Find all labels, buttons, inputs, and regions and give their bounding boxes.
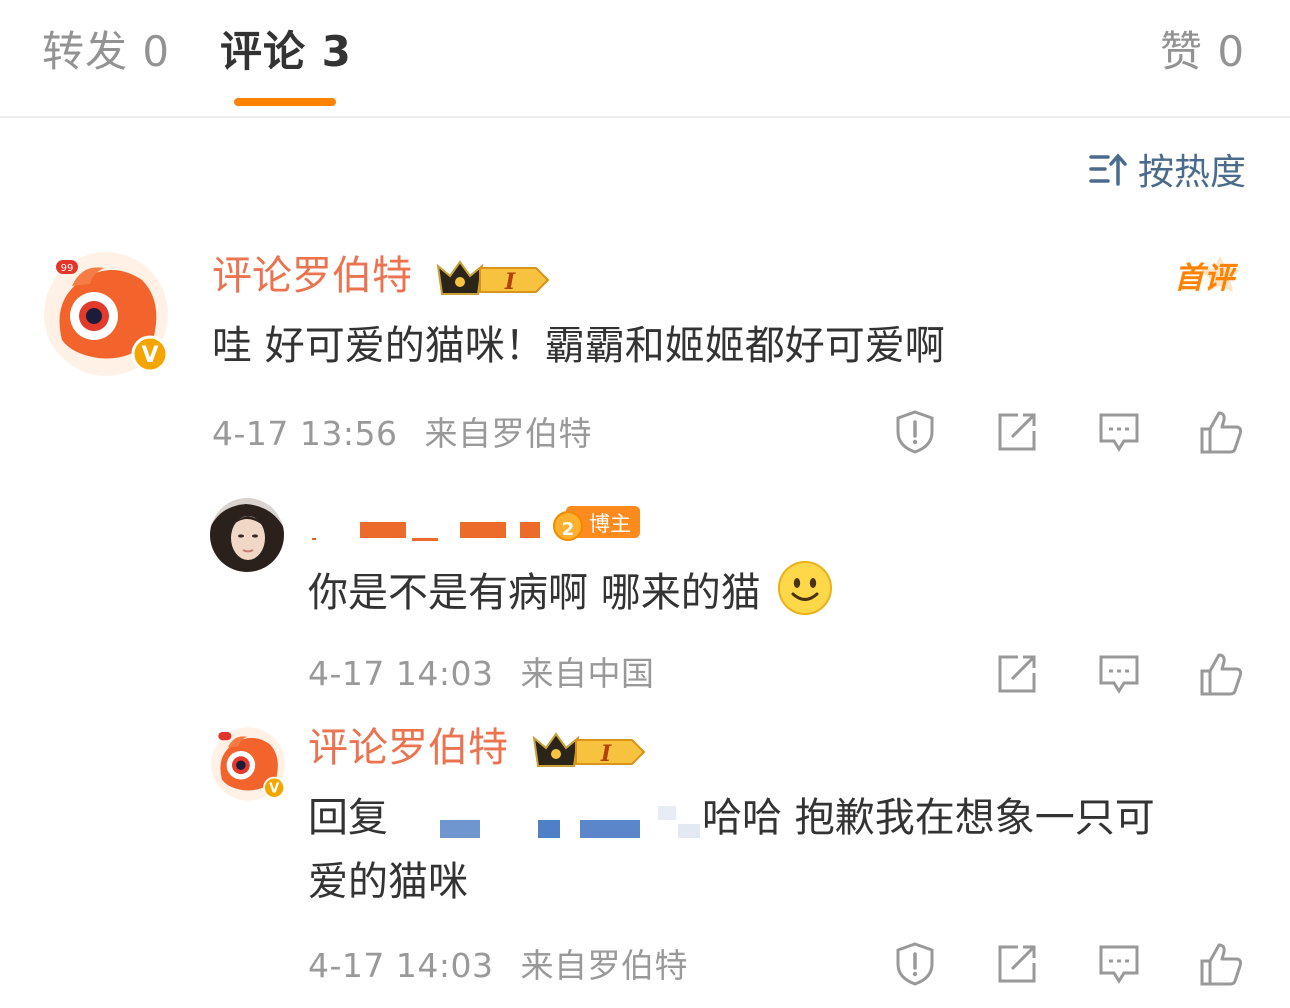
comment-meta: 4-17 14:03 来自中国 [308,652,655,696]
tab-comment[interactable]: 评论 3 [220,24,352,80]
comment-icon [1099,655,1139,694]
comment-text: 回复 哈哈 抱歉我在想象一只可 爱的猫咪 [308,786,1248,914]
reply-text-line1: 哈哈 抱歉我在想象一只可 [702,795,1155,841]
comment-username[interactable]: 评论罗伯特 [308,722,508,774]
tab-bar: 转发 0 评论 3 赞 0 [0,0,1290,118]
comment-time: 4-17 14:03 [308,946,494,985]
comment-meta: 4-17 14:03 来自罗伯特 [308,944,688,988]
sort-icon [1089,153,1127,186]
comment-username[interactable]: 评论罗伯特 [212,250,412,302]
first-comment-badge: 首评 [1170,252,1252,302]
svg-text:V: V [141,343,158,368]
comment-source: 来自罗伯特 [424,414,592,453]
share-icon [998,413,1036,451]
comment-text: 哇 好可爱的猫咪！霸霸和姬姬都好可爱啊 [212,323,945,369]
tab-like[interactable]: 赞 0 [1160,24,1245,80]
member-level-badge[interactable]: I [436,258,552,298]
avatar[interactable] [210,498,284,572]
comment-actions [966,650,1272,698]
share-icon [998,655,1036,693]
thumbs-up-icon [1200,411,1243,454]
redacted-username[interactable] [308,510,558,546]
smile-emoji-icon [778,561,833,615]
like-button[interactable] [1170,650,1272,698]
svg-text:I: I [600,741,612,767]
comment-time: 4-17 14:03 [308,654,494,693]
reply-button[interactable] [1068,650,1170,698]
share-icon [998,945,1036,983]
thumbs-up-icon [1200,653,1243,696]
active-tab-indicator [234,98,336,106]
comment-text: 你是不是有病啊 哪来的猫 [308,560,833,625]
report-button[interactable] [864,408,966,456]
like-button[interactable] [1170,408,1272,456]
avatar[interactable]: V [210,726,286,802]
share-button[interactable] [966,650,1068,698]
reply-button[interactable] [1068,408,1170,456]
comment-source: 来自罗伯特 [520,946,688,985]
svg-text:2: 2 [562,519,575,540]
avatar[interactable]: 99 V [42,250,170,378]
comment-icon [1099,413,1139,452]
reply-button[interactable] [1068,940,1170,988]
redacted-mention[interactable] [438,786,700,850]
tab-repost[interactable]: 转发 0 [42,24,170,80]
comment-actions [864,408,1272,456]
sort-label: 按热度 [1137,152,1246,193]
svg-text:首评: 首评 [1174,261,1239,296]
reply-text-line2: 爱的猫咪 [308,859,468,905]
svg-text:I: I [504,269,516,295]
svg-text:99: 99 [61,263,74,274]
comment-icon [1099,945,1139,984]
share-button[interactable] [966,940,1068,988]
reply-prefix: 回复 [308,795,388,841]
member-level-badge[interactable]: I [532,730,648,770]
svg-text:V: V [269,782,280,797]
comment-source: 来自中国 [520,654,655,693]
comment-text-body: 你是不是有病啊 哪来的猫 [308,570,761,616]
comment-time: 4-17 13:56 [212,414,398,453]
shield-warning-icon [896,942,934,986]
blogger-badge[interactable]: 2 博主 [552,500,642,544]
like-button[interactable] [1170,940,1272,988]
svg-text:博主: 博主 [589,512,631,536]
comment-meta: 4-17 13:56 来自罗伯特 [212,412,592,456]
thumbs-up-icon [1200,943,1243,986]
report-button[interactable] [864,940,966,988]
sort-toggle[interactable]: 按热度 [1088,146,1246,193]
shield-warning-icon [896,410,934,454]
comment-actions [864,940,1272,988]
share-button[interactable] [966,408,1068,456]
